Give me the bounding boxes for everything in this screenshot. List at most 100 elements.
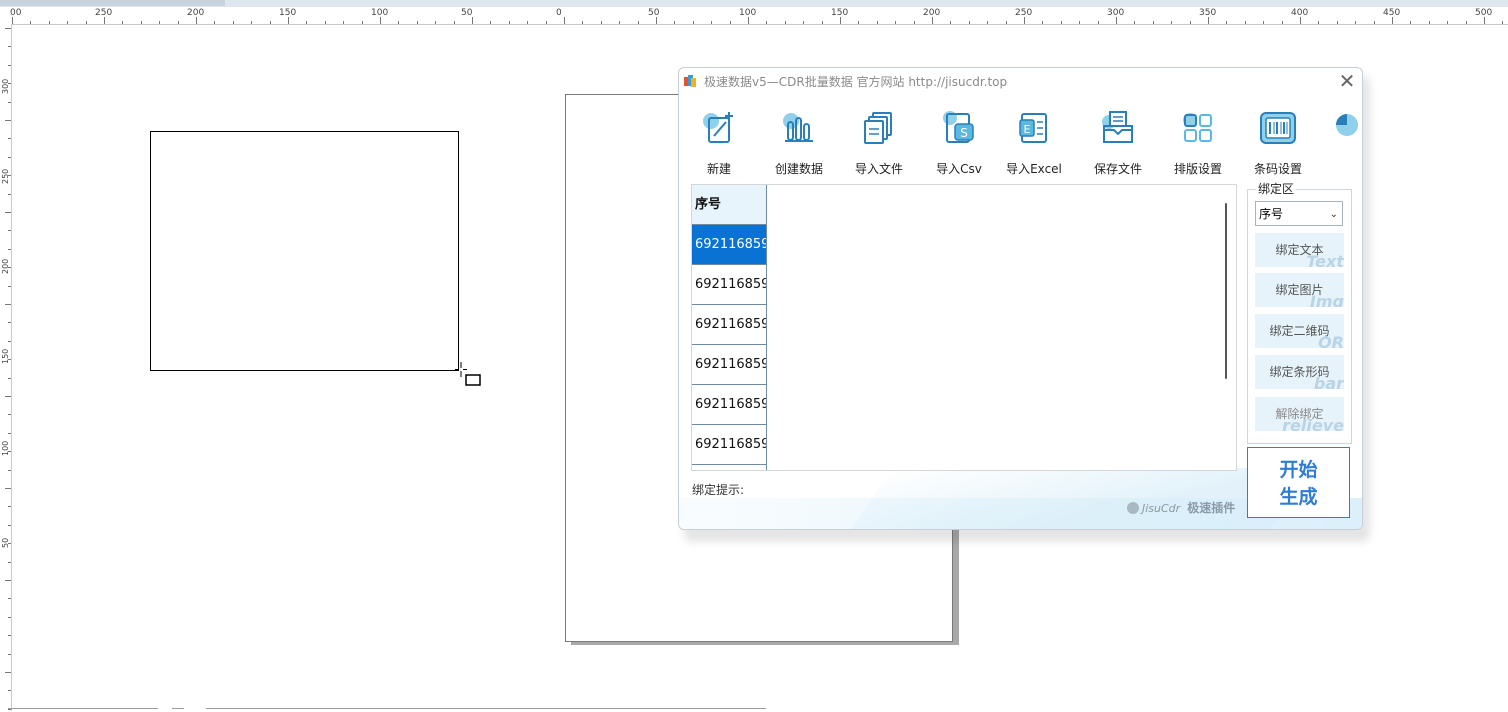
- ruler-tick: [1355, 21, 1356, 24]
- ruler-tick: [1318, 21, 1319, 24]
- ruler-tick: [8, 359, 11, 360]
- bind-text-button[interactable]: Text 绑定文本: [1255, 233, 1344, 267]
- ruler-tick: [8, 654, 11, 655]
- toolbar-label: 条码设置: [1253, 162, 1302, 176]
- ruler-tick: [950, 21, 951, 24]
- ruler-tick: [141, 21, 142, 24]
- ruler-tick: [490, 21, 491, 24]
- start-generate-button[interactable]: 开始 生成: [1247, 447, 1350, 518]
- bind-field-select-value: 序号: [1259, 207, 1284, 221]
- grid-column-index: 序号 692116859 692116859 692116859 6921168…: [692, 185, 767, 470]
- ruler-tick: [1116, 17, 1117, 24]
- bind-image-button[interactable]: Img 绑定图片: [1255, 273, 1344, 307]
- ruler-tick: [1282, 21, 1283, 24]
- horizontal-ruler[interactable]: 00 250 200 150 100 50 0 50 100 150 200 250 300 350 400…: [0, 7, 1508, 25]
- ruler-tick: [5, 212, 11, 213]
- ruler-tick: [8, 635, 11, 636]
- ruler-tick: [306, 21, 307, 24]
- toolbar-new-button[interactable]: 新建: [681, 106, 757, 178]
- ruler-tick: [1410, 21, 1411, 24]
- ruler-tick: [638, 21, 639, 24]
- grid-cell[interactable]: 692116859: [692, 345, 766, 385]
- ruler-tick: [5, 488, 11, 489]
- toolbar-label: 导入Csv: [936, 162, 982, 176]
- ruler-tick: [8, 525, 11, 526]
- bind-barcode-button[interactable]: bar 绑定条形码: [1255, 355, 1344, 389]
- bind-field-select[interactable]: 序号 ⌄: [1255, 201, 1343, 226]
- dialog-title: 极速数据v5—CDR批量数据 官方网站 http://jisucdr.top: [704, 75, 1008, 89]
- button-label: 解除绑定: [1275, 407, 1324, 421]
- ruler-tick: [8, 378, 11, 379]
- data-grid[interactable]: 序号 692116859 692116859 692116859 6921168…: [691, 184, 1237, 471]
- grid-vertical-scrollbar[interactable]: [1225, 203, 1227, 379]
- ruler-tick: [693, 21, 694, 24]
- close-button[interactable]: ✕: [1337, 71, 1357, 91]
- ruler-label: 0: [556, 8, 562, 18]
- ruler-tick: [8, 506, 11, 507]
- grid-column-header[interactable]: 序号: [692, 185, 766, 225]
- ruler-tick: [785, 21, 786, 24]
- grid-cell[interactable]: 692116859: [692, 425, 766, 465]
- grid-cell[interactable]: 692116859: [692, 385, 766, 425]
- ruler-tick: [8, 249, 11, 250]
- ruler-tick: [1190, 21, 1191, 24]
- ruler-tick: [417, 21, 418, 24]
- toolbar-save-file-button[interactable]: 保存文件: [1080, 106, 1156, 178]
- toolbar-import-file-button[interactable]: 导入文件: [841, 106, 917, 178]
- ruler-tick: [8, 598, 11, 599]
- ruler-tick: [509, 21, 510, 24]
- ruler-tick: [987, 21, 988, 24]
- brand-name: 极速插件: [1187, 501, 1236, 515]
- jisu-data-dialog: 极速数据v5—CDR批量数据 官方网站 http://jisucdr.top ✕…: [678, 67, 1363, 530]
- toolbar-layout-settings-button[interactable]: 排版设置: [1160, 106, 1236, 178]
- unbind-button[interactable]: relieve 解除绑定: [1255, 397, 1344, 431]
- bind-hint-label: 绑定提示:: [692, 483, 745, 497]
- svg-text:E: E: [1024, 123, 1031, 136]
- brand-footer: JisuCdr 极速插件: [1127, 499, 1235, 517]
- ruler-tick: [8, 267, 11, 268]
- bind-qrcode-button[interactable]: QR 绑定二维码: [1255, 314, 1344, 348]
- grid-cell[interactable]: 692116859: [692, 225, 766, 265]
- toolbar-barcode-settings-button[interactable]: 条码设置: [1240, 106, 1316, 178]
- toolbar-overflow-icon[interactable]: [1331, 106, 1359, 146]
- ruler-tick: [8, 543, 11, 544]
- ruler-tick: [8, 341, 11, 342]
- ruler-label: 300: [1, 78, 10, 94]
- rectangle-tool-cursor-icon: [455, 362, 481, 386]
- button-label: 绑定图片: [1275, 283, 1324, 297]
- app-logo-icon: [684, 75, 696, 87]
- ruler-tick: [8, 102, 11, 103]
- ruler-tick: [8, 617, 11, 618]
- drawn-rectangle[interactable]: [150, 131, 459, 371]
- bind-area-legend: 绑定区: [1256, 180, 1297, 197]
- brand-logo-text: JisuCdr: [1142, 502, 1181, 515]
- ruler-tick: [546, 21, 547, 24]
- button-label: 绑定二维码: [1269, 324, 1330, 338]
- ruler-tick: [343, 21, 344, 24]
- grid-cell[interactable]: 692116859: [692, 265, 766, 305]
- toolbar-import-excel-button[interactable]: E 导入Excel: [996, 106, 1072, 178]
- ruler-tick: [582, 21, 583, 24]
- ruler-tick: [895, 21, 896, 24]
- ruler-tick: [398, 21, 399, 24]
- ruler-tick: [1429, 21, 1430, 24]
- ruler-tick: [1171, 21, 1172, 24]
- toolbar-import-csv-button[interactable]: S 导入Csv: [921, 106, 997, 178]
- ruler-tick: [1263, 21, 1264, 24]
- ruler-label: 100: [1, 440, 10, 456]
- tab-fragment[interactable]: [0, 0, 225, 6]
- ruler-tick: [1484, 17, 1485, 24]
- ruler-tick: [601, 21, 602, 24]
- ruler-tick: [159, 21, 160, 24]
- grid-cell[interactable]: 692116859: [692, 305, 766, 345]
- ruler-tick: [1245, 21, 1246, 24]
- ruler-tick: [674, 21, 675, 24]
- dialog-title-bar[interactable]: 极速数据v5—CDR批量数据 官方网站 http://jisucdr.top ✕: [679, 68, 1362, 94]
- vertical-ruler[interactable]: 300 250 200 150 100 50: [0, 24, 12, 711]
- ruler-tick: [8, 83, 11, 84]
- toolbar-create-data-button[interactable]: 创建数据: [761, 106, 837, 178]
- bottom-scrollbar[interactable]: [0, 706, 1508, 711]
- ruler-tick: [8, 414, 11, 415]
- save-file-icon: [1102, 111, 1133, 143]
- ruler-tick: [8, 451, 11, 452]
